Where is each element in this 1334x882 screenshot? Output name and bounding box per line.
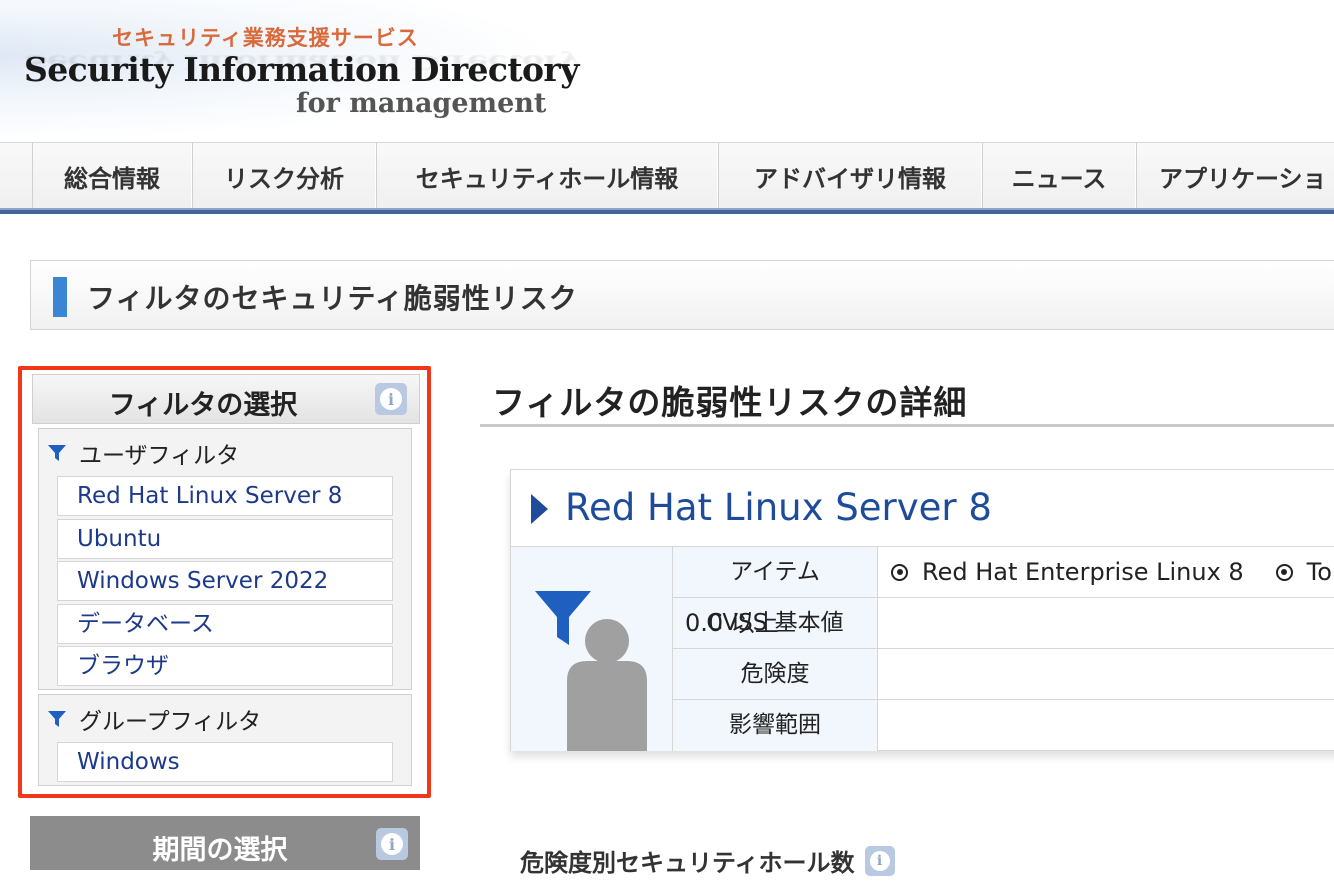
row-value: Red Hat Enterprise Linux 8 To [891,547,1334,597]
logo-subtitle: for management [296,88,547,119]
severity-count-title: 危険度別セキュリティホール数 [520,849,855,877]
nav-item-advisory[interactable]: アドバイザリ情報 [718,143,982,209]
filter-panel-header: フィルタの選択 i [32,374,420,424]
filter-detail-card: Red Hat Linux Server 8 アイテム Red Hat Ente… [510,469,1334,777]
group-filter-label: グループフィルタ [79,709,262,735]
nav-item-security-holes[interactable]: セキュリティホール情報 [376,143,718,209]
group-filter-header[interactable]: グループフィルタ [47,703,261,735]
row-value: 0.0 以上 [685,608,779,637]
item-value: To [1306,557,1332,586]
radio-selected-icon [891,563,908,581]
period-panel-title: 期間の選択 [152,835,288,866]
filter-item-browser[interactable]: ブラウザ [57,646,393,686]
nav-item-applications[interactable]: アプリケーショ [1136,143,1334,209]
page-title-bar: フィルタのセキュリティ脆弱性リスク [30,260,1334,330]
period-panel-header[interactable]: 期間の選択 i [30,816,420,870]
filter-item-database[interactable]: データベース [57,604,393,644]
info-glyph: i [869,850,890,871]
info-icon[interactable]: i [864,845,895,876]
user-filter-header[interactable]: ユーザフィルタ [47,437,239,469]
nav-item-overview[interactable]: 総合情報 [32,143,192,209]
nav-item-risk-analysis[interactable]: リスク分析 [192,143,376,209]
user-filter-group: ユーザフィルタ Red Hat Linux Server 8 Ubuntu Wi… [38,428,412,690]
info-icon[interactable]: i [375,383,407,415]
logo-title[interactable]: Security Information Directory [24,50,579,89]
severity-count-heading: 危険度別セキュリティホール数 i [520,843,895,878]
radio-selected-icon [1275,563,1293,581]
nav-underline [0,208,1334,214]
filter-item-ubuntu[interactable]: Ubuntu [57,519,393,559]
nav-items: 総合情報 リスク分析 セキュリティホール情報 アドバイザリ情報 ニュース アプリ… [32,143,1334,209]
user-filter-icon [535,591,647,777]
info-glyph: i [380,388,402,410]
row-label: 影響範囲 [673,700,878,751]
title-accent [53,277,67,317]
group-filter-group: グループフィルタ Windows [38,694,412,786]
funnel-icon [48,445,66,461]
row-label: 危険度 [673,649,878,699]
card-title[interactable]: Red Hat Linux Server 8 [565,486,992,529]
logo-tagline: セキュリティ業務支援サービス [112,26,419,50]
user-filter-label: ユーザフィルタ [79,443,240,469]
main-nav: 総合情報 リスク分析 セキュリティホール情報 アドバイザリ情報 ニュース アプリ… [0,142,1334,214]
card-rows: アイテム Red Hat Enterprise Linux 8 To CVSS … [673,547,1334,751]
nav-item-news[interactable]: ニュース [982,143,1136,209]
funnel-icon [48,711,66,727]
row-label: アイテム [673,547,878,597]
card-row-item: アイテム Red Hat Enterprise Linux 8 To [673,547,1334,598]
page: セキュリティ業務支援サービス Security Information Dire… [0,0,1334,882]
caret-right-icon [531,494,548,524]
detail-title: フィルタの脆弱性リスクの詳細 [492,383,968,422]
item-value: Red Hat Enterprise Linux 8 [922,557,1244,586]
item-entry: Red Hat Enterprise Linux 8 [891,547,1244,598]
filter-panel-title: フィルタの選択 [108,390,298,421]
filter-item-windows-server[interactable]: Windows Server 2022 [57,561,393,601]
page-title: フィルタのセキュリティ脆弱性リスク [87,282,578,315]
card-row-severity: 危険度 [673,649,1334,700]
filter-item-redhat[interactable]: Red Hat Linux Server 8 [57,476,393,516]
card-row-impact: 影響範囲 [673,700,1334,751]
item-entry: To [1275,547,1332,598]
info-icon[interactable]: i [376,828,408,860]
card-header: Red Hat Linux Server 8 [511,470,1334,547]
card-icon-cell [511,547,673,777]
filter-item-windows[interactable]: Windows [57,742,393,782]
card-row-cvss: CVSS 基本値 0.0 以上 [673,598,1334,649]
detail-divider [480,424,1334,427]
info-glyph: i [381,833,403,855]
